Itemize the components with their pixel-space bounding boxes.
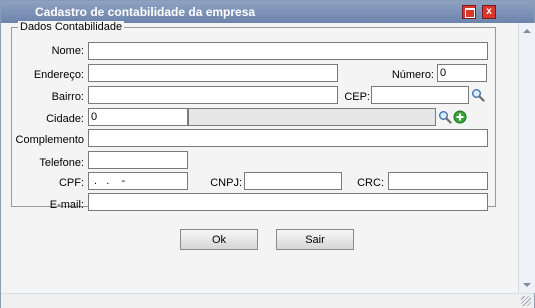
crc-input[interactable] <box>388 172 488 190</box>
cidade-add-icon[interactable] <box>453 110 467 124</box>
telefone-input[interactable] <box>88 151 188 169</box>
bairro-input[interactable] <box>88 86 338 104</box>
scroll-up-icon[interactable] <box>523 29 531 33</box>
complemento-input[interactable] <box>88 129 488 147</box>
title-bar[interactable]: Cadastro de contabilidade da empresa x <box>1 1 534 23</box>
maximize-icon[interactable] <box>462 5 476 19</box>
status-bar <box>1 293 534 308</box>
cidade-search-icon[interactable] <box>438 110 452 124</box>
endereco-input[interactable] <box>88 64 338 82</box>
vertical-scrollbar[interactable] <box>518 23 535 293</box>
resize-grip-icon[interactable] <box>521 296 531 306</box>
email-input[interactable] <box>88 193 488 211</box>
numero-input[interactable] <box>437 64 487 82</box>
nome-input[interactable] <box>88 42 488 60</box>
cnpj-input[interactable] <box>244 172 342 190</box>
group-legend: Dados Contabilidade <box>18 21 125 33</box>
cpf-label: CPF: <box>58 177 84 189</box>
window-title: Cadastro de contabilidade da empresa <box>35 5 256 19</box>
close-icon[interactable]: x <box>482 5 496 19</box>
endereco-label: Endereço: <box>33 69 84 81</box>
cpf-input[interactable] <box>88 172 188 190</box>
cep-label: CEP: <box>344 91 370 103</box>
dialog-content: Dados Contabilidade Nome: Endereço: Núme… <box>1 21 518 293</box>
cnpj-label: CNPJ: <box>210 177 242 189</box>
cep-input[interactable] <box>371 86 469 104</box>
complemento-label: Complemento <box>15 134 84 146</box>
cidade-name-field <box>188 108 436 126</box>
sair-button[interactable]: Sair <box>276 229 354 250</box>
bairro-label: Bairro: <box>51 91 84 103</box>
email-label: E-mail: <box>49 199 84 211</box>
cep-search-icon[interactable] <box>471 88 485 102</box>
scroll-down-icon[interactable] <box>523 283 531 287</box>
dialog-window: Cadastro de contabilidade da empresa x D… <box>0 0 535 308</box>
ok-button[interactable]: Ok <box>180 229 258 250</box>
dados-contabilidade-group: Dados Contabilidade Nome: Endereço: Núme… <box>11 21 496 211</box>
nome-label: Nome: <box>51 45 84 57</box>
cidade-code-input[interactable] <box>88 108 188 126</box>
telefone-label: Telefone: <box>39 157 84 169</box>
crc-label: CRC: <box>357 177 384 189</box>
numero-label: Número: <box>391 69 434 81</box>
cidade-label: Cidade: <box>46 113 84 125</box>
